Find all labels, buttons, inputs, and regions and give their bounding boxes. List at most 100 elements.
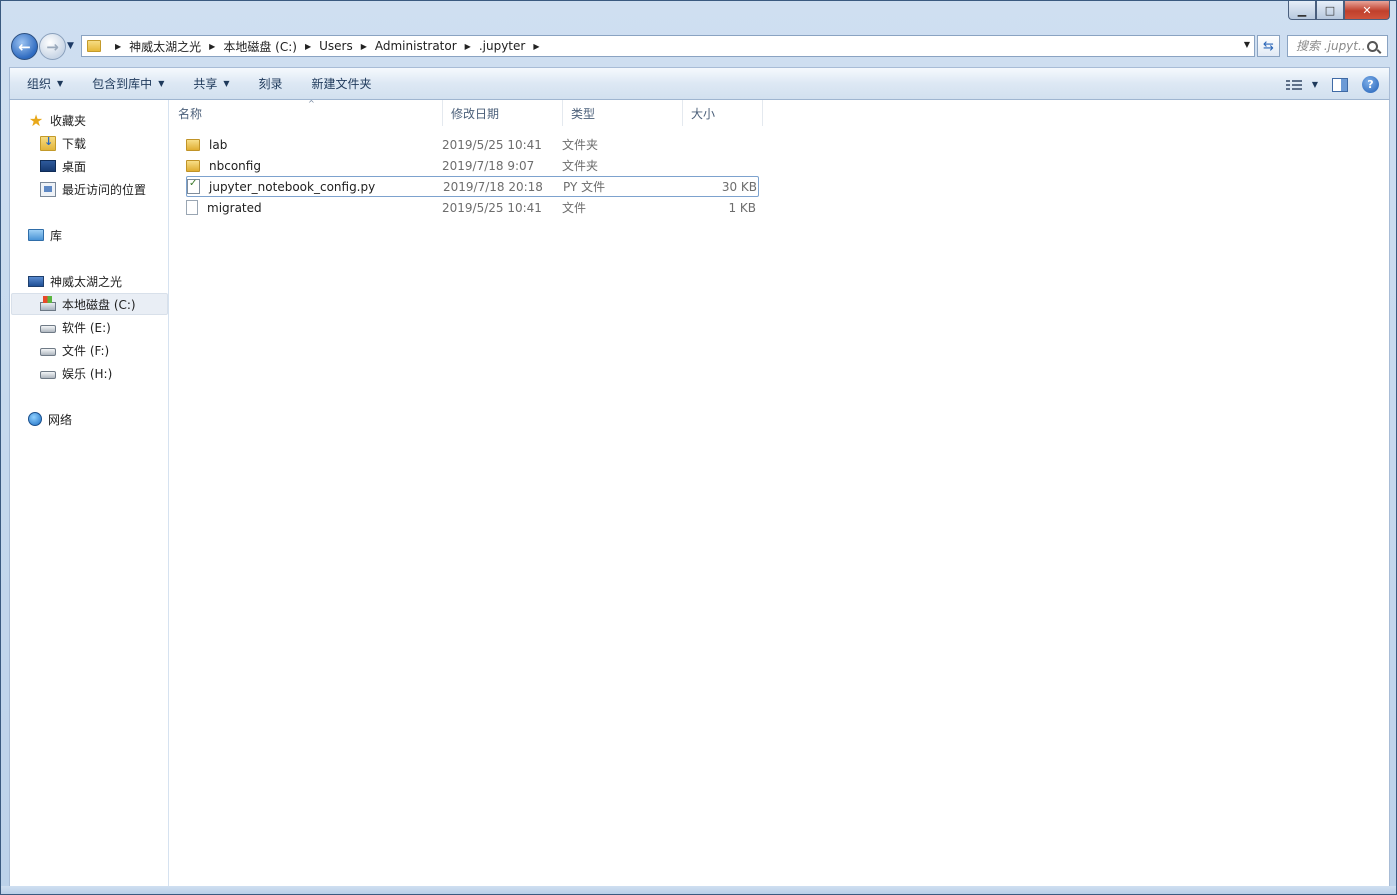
breadcrumb-drive-c[interactable]: 本地磁盘 (C:)	[223, 38, 297, 55]
close-button[interactable]: ✕	[1344, 1, 1390, 20]
sidebar-item-drive-h[interactable]: 娱乐 (H:)	[40, 362, 112, 384]
content-area: ★ 收藏夹 下载 桌面 最近访问的位置 库 神威太湖之光 本地磁盘 (C:) 软件…	[9, 99, 1390, 888]
change-view-button[interactable]: ▼	[1285, 79, 1318, 91]
file-type: 文件夹	[562, 159, 599, 173]
sidebar-item-recent[interactable]: 最近访问的位置	[40, 178, 146, 200]
include-in-library-label: 包含到库中	[92, 77, 153, 91]
sidebar-item-label: 神威太湖之光	[50, 274, 123, 289]
breadcrumb-jupyter[interactable]: .jupyter	[479, 39, 526, 53]
column-header-label: 名称	[178, 106, 203, 121]
burn-button[interactable]: 刻录	[242, 67, 295, 100]
preview-pane-icon[interactable]	[1332, 77, 1348, 92]
file-size: 1 KB	[728, 200, 756, 215]
help-icon[interactable]: ?	[1362, 76, 1379, 93]
forward-button[interactable]: →	[39, 33, 66, 60]
sidebar-item-label: 下载	[62, 136, 87, 151]
arrow-right-icon: →	[46, 37, 59, 56]
file-row[interactable]: jupyter_notebook_config.py 2019/7/18 20:…	[186, 176, 759, 197]
sidebar-item-drive-c[interactable]: 本地磁盘 (C:)	[11, 293, 168, 315]
command-bar: 组织 ▼ 包含到库中 ▼ 共享 ▼ 刻录 新建文件夹 ▼ ?	[9, 67, 1390, 100]
refresh-icon: ⇆	[1263, 38, 1274, 54]
sidebar-item-label: 本地磁盘 (C:)	[62, 297, 136, 312]
address-bar[interactable]: ▶ 神威太湖之光 ▶ 本地磁盘 (C:) ▶ Users ▶ Administr…	[81, 35, 1255, 57]
file-date: 2019/7/18 9:07	[442, 158, 535, 173]
column-header-name[interactable]: 名称	[170, 100, 443, 126]
file-list-pane: ^ 名称 修改日期 类型 大小 lab 2019/5/25 10:41 文件夹 …	[170, 99, 1389, 887]
library-icon	[28, 229, 44, 241]
sidebar-item-drive-f[interactable]: 文件 (F:)	[40, 339, 109, 361]
refresh-button[interactable]: ⇆	[1257, 35, 1280, 57]
sidebar-item-downloads[interactable]: 下载	[40, 132, 86, 154]
chevron-right-icon[interactable]: ▶	[305, 42, 311, 51]
maximize-button[interactable]: □	[1316, 1, 1344, 20]
new-folder-button[interactable]: 新建文件夹	[295, 67, 384, 100]
navigation-pane: ★ 收藏夹 下载 桌面 最近访问的位置 库 神威太湖之光 本地磁盘 (C:) 软件…	[10, 100, 169, 887]
file-row[interactable]: migrated 2019/5/25 10:41 文件 1 KB	[186, 197, 759, 218]
chevron-down-icon[interactable]: ▼	[1244, 40, 1250, 49]
file-type: 文件	[562, 201, 587, 215]
include-in-library-menu[interactable]: 包含到库中 ▼	[75, 67, 176, 100]
sidebar-item-network[interactable]: 网络	[28, 408, 72, 430]
chevron-right-icon[interactable]: ▶	[115, 42, 121, 51]
new-folder-label: 新建文件夹	[311, 77, 372, 91]
star-icon: ★	[28, 110, 44, 130]
computer-icon	[28, 275, 44, 287]
explorer-window: ▁ □ ✕ ← → ▼ ▶ 神威太湖之光 ▶ 本地磁盘 (C:) ▶ Users…	[0, 0, 1397, 895]
hard-drive-icon	[40, 324, 56, 333]
blank-file-icon	[186, 200, 198, 215]
toolbar-right: ▼ ?	[1285, 68, 1379, 101]
maximize-icon: □	[1324, 3, 1336, 17]
sidebar-item-label: 库	[50, 228, 63, 243]
column-headers: ^ 名称 修改日期 类型 大小	[170, 99, 763, 126]
network-icon	[28, 412, 42, 426]
file-date: 2019/5/25 10:41	[442, 200, 542, 215]
sort-ascending-icon: ^	[308, 99, 315, 108]
column-header-date[interactable]: 修改日期	[443, 100, 563, 126]
folder-icon	[186, 159, 200, 172]
sidebar-item-drive-e[interactable]: 软件 (E:)	[40, 316, 111, 338]
organize-label: 组织	[27, 77, 52, 91]
sidebar-item-computer[interactable]: 神威太湖之光	[28, 270, 122, 292]
organize-menu[interactable]: 组织 ▼	[10, 67, 75, 100]
arrow-left-icon: ←	[18, 37, 31, 56]
file-name: lab	[209, 137, 228, 152]
burn-label: 刻录	[258, 77, 283, 91]
chevron-right-icon[interactable]: ▶	[209, 42, 215, 51]
back-button[interactable]: ←	[11, 33, 38, 60]
file-row[interactable]: lab 2019/5/25 10:41 文件夹	[186, 134, 759, 155]
recent-places-icon	[40, 181, 56, 197]
minimize-button[interactable]: ▁	[1288, 1, 1316, 20]
file-name: migrated	[207, 200, 262, 215]
search-icon[interactable]	[1367, 40, 1378, 52]
breadcrumb-administrator[interactable]: Administrator	[375, 39, 457, 53]
chevron-down-icon: ▼	[1311, 80, 1318, 89]
search-box[interactable]	[1287, 35, 1388, 57]
folder-icon	[87, 40, 101, 52]
search-input[interactable]	[1296, 39, 1364, 53]
file-row[interactable]: nbconfig 2019/7/18 9:07 文件夹	[186, 155, 759, 176]
breadcrumb-computer[interactable]: 神威太湖之光	[129, 38, 201, 55]
sidebar-item-libraries[interactable]: 库	[28, 224, 62, 246]
file-type: PY 文件	[563, 180, 606, 194]
recent-pages-dropdown[interactable]: ▼	[67, 41, 74, 51]
python-file-icon	[187, 178, 200, 194]
status-bar	[1, 886, 1396, 894]
chevron-right-icon[interactable]: ▶	[361, 42, 367, 51]
share-menu[interactable]: 共享 ▼	[176, 67, 241, 100]
sidebar-item-desktop[interactable]: 桌面	[40, 155, 86, 177]
chevron-right-icon[interactable]: ▶	[465, 42, 471, 51]
column-header-size[interactable]: 大小	[683, 100, 763, 126]
column-header-label: 大小	[691, 106, 716, 121]
breadcrumb-users[interactable]: Users	[319, 39, 353, 53]
sidebar-item-favorites[interactable]: ★ 收藏夹	[28, 109, 86, 131]
sidebar-item-label: 收藏夹	[50, 113, 87, 128]
sidebar-item-label: 最近访问的位置	[62, 182, 147, 197]
chevron-right-icon[interactable]: ▶	[533, 42, 539, 51]
file-date: 2019/7/18 20:18	[443, 179, 543, 194]
column-header-type[interactable]: 类型	[563, 100, 683, 126]
minimize-icon: ▁	[1297, 3, 1307, 17]
file-size: 30 KB	[721, 179, 757, 194]
hard-drive-icon	[40, 347, 56, 356]
caption-buttons: ▁ □ ✕	[1288, 1, 1390, 21]
close-icon: ✕	[1362, 3, 1372, 17]
